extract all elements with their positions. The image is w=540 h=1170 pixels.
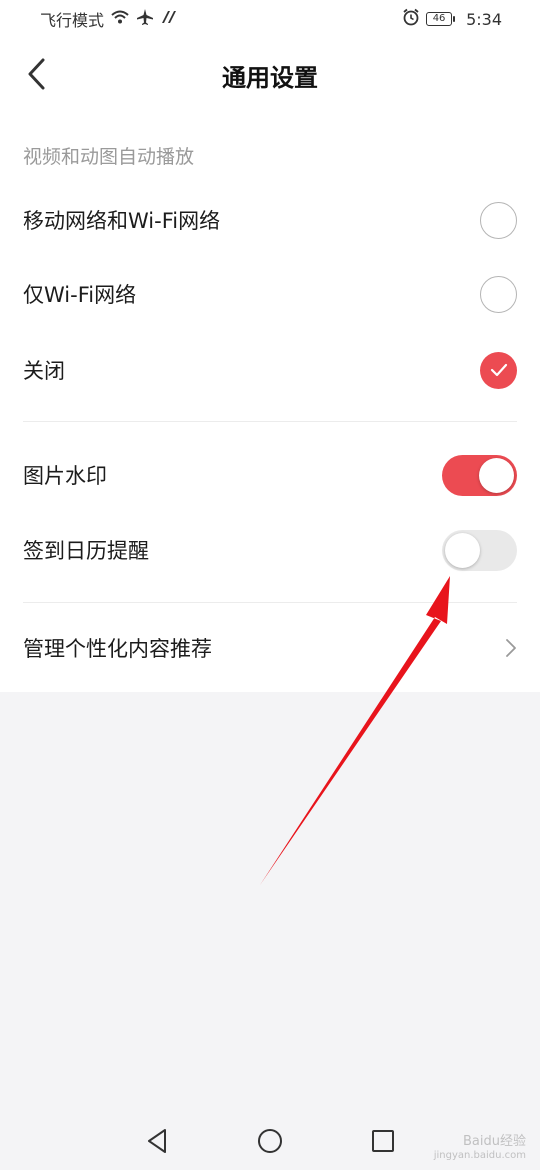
recents-nav-button[interactable] (363, 1121, 403, 1161)
status-bar-left: 飞行模式 (40, 7, 178, 31)
wifi-icon (110, 9, 130, 29)
checkmark-icon (490, 363, 507, 377)
alarm-icon (402, 8, 420, 30)
nfc-icon (160, 9, 178, 29)
home-nav-button[interactable] (250, 1121, 290, 1161)
option-label: 移动网络和Wi-Fi网络 (23, 209, 221, 233)
divider (23, 421, 517, 422)
square-recents-icon (372, 1130, 395, 1152)
checkin-calendar-reminder-toggle[interactable] (442, 529, 517, 571)
autoplay-option-wifi-only[interactable]: 仅Wi-Fi网络 (0, 257, 540, 331)
radio-checked[interactable] (480, 351, 517, 389)
autoplay-section-label: 视频和动图自动播放 (23, 146, 195, 168)
image-watermark-row[interactable]: 图片水印 (0, 438, 540, 512)
checkin-calendar-reminder-row[interactable]: 签到日历提醒 (0, 513, 540, 587)
airplane-mode-text: 飞行模式 (40, 11, 105, 30)
toggle-label: 图片水印 (23, 464, 107, 488)
divider (23, 602, 517, 603)
chevron-right-icon (506, 639, 516, 657)
toggle-knob (445, 532, 480, 568)
watermark: Baidu经验 jingyan.baidu.com (434, 1134, 526, 1162)
toggle-knob (479, 457, 514, 493)
triangle-back-icon (147, 1129, 166, 1153)
image-watermark-toggle[interactable] (442, 454, 517, 496)
status-bar-right: 46 5:34 (402, 8, 502, 30)
circle-home-icon (257, 1129, 282, 1153)
page-title: 通用设置 (222, 64, 318, 92)
option-label: 关闭 (23, 359, 65, 383)
manage-personalized-content-row[interactable]: 管理个性化内容推荐 (0, 611, 540, 685)
status-bar: 飞行模式 46 5:34 (0, 0, 540, 38)
toggle-label: 签到日历提醒 (23, 539, 149, 563)
header: 通用设置 (0, 38, 540, 110)
clock: 5:34 (466, 9, 502, 29)
autoplay-option-mobile-and-wifi[interactable]: 移动网络和Wi-Fi网络 (0, 183, 540, 257)
battery-level: 46 (432, 13, 446, 24)
battery-icon: 46 (426, 12, 456, 26)
option-label: 仅Wi-Fi网络 (23, 283, 137, 307)
watermark-line: Baidu经验 (463, 1134, 526, 1150)
radio-unchecked[interactable] (480, 201, 517, 239)
radio-unchecked[interactable] (480, 275, 517, 313)
manage-label: 管理个性化内容推荐 (23, 637, 212, 661)
watermark-line: jingyan.baidu.com (433, 1150, 526, 1161)
airplane-icon (136, 8, 154, 30)
autoplay-option-off[interactable]: 关闭 (0, 333, 540, 407)
back-nav-button[interactable] (137, 1121, 177, 1161)
